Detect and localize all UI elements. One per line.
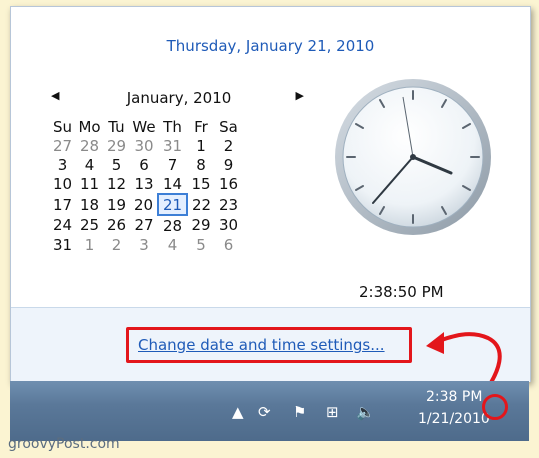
calendar-week-row: 10 11 12 13 14 15 16 <box>49 174 242 194</box>
calendar-day-today[interactable]: 21 <box>157 193 188 216</box>
calendar-grid: Su Mo Tu We Th Fr Sa 27 28 29 30 31 1 2 <box>49 117 242 254</box>
weekday-label: Sa <box>219 117 238 136</box>
calendar-day[interactable]: 3 <box>49 155 76 174</box>
calendar-day[interactable]: 27 <box>49 136 76 155</box>
taskbar-time[interactable]: 2:38 PM <box>426 389 482 405</box>
calendar-day[interactable]: 15 <box>187 174 215 194</box>
calendar-day[interactable]: 6 <box>130 155 158 174</box>
calendar-day[interactable]: 30 <box>130 136 158 155</box>
calendar-week-row: 31 1 2 3 4 5 6 <box>49 235 242 254</box>
calendar-day[interactable]: 26 <box>103 215 130 235</box>
calendar-day[interactable]: 8 <box>187 155 215 174</box>
weekday-label: Su <box>52 117 73 136</box>
calendar-day[interactable]: 18 <box>76 194 103 215</box>
calendar-day[interactable]: 1 <box>76 235 103 254</box>
calendar-day[interactable]: 27 <box>130 215 158 235</box>
calendar-day[interactable]: 4 <box>76 155 103 174</box>
network-icon[interactable]: ⊞ <box>326 403 339 421</box>
calendar-day[interactable]: 16 <box>215 174 242 194</box>
calendar-day[interactable]: 30 <box>215 215 242 235</box>
weekday-header-row: Su Mo Tu We Th Fr Sa <box>49 117 242 136</box>
show-hidden-icons-icon[interactable]: ▲ <box>232 403 244 421</box>
weekday-label: Th <box>163 117 182 136</box>
month-label[interactable]: January, 2010 <box>49 89 309 107</box>
calendar-day[interactable]: 17 <box>49 194 76 215</box>
calendar-day[interactable]: 22 <box>187 194 215 215</box>
calendar-day[interactable]: 31 <box>158 136 187 155</box>
calendar-week-row: 17 18 19 20 21 22 23 <box>49 193 242 216</box>
calendar-day[interactable]: 12 <box>103 174 130 194</box>
taskbar-date[interactable]: 1/21/2010 <box>418 411 490 427</box>
calendar-day[interactable]: 5 <box>187 235 215 254</box>
calendar-day[interactable]: 6 <box>215 235 242 254</box>
long-date-header[interactable]: Thursday, January 21, 2010 <box>11 37 530 55</box>
calendar-day[interactable]: 19 <box>103 194 130 215</box>
calendar-day[interactable]: 29 <box>187 215 215 235</box>
volume-icon[interactable]: 🔈 <box>356 403 375 421</box>
screenshot-frame: Thursday, January 21, 2010 ◀ January, 20… <box>0 0 539 458</box>
calendar-day[interactable]: 1 <box>187 136 215 155</box>
highlight-circle <box>482 394 508 420</box>
calendar-day[interactable]: 2 <box>215 136 242 155</box>
weekday-label: Fr <box>194 117 208 136</box>
next-month-icon[interactable]: ▶ <box>296 89 304 102</box>
calendar-day[interactable]: 23 <box>215 194 242 215</box>
action-center-flag-icon[interactable]: ⚑ <box>293 403 306 421</box>
calendar-day[interactable]: 20 <box>130 194 158 215</box>
calendar-week-row: 27 28 29 30 31 1 2 <box>49 136 242 155</box>
calendar-day[interactable]: 11 <box>76 174 103 194</box>
watermark: groovyPost.com <box>8 436 120 452</box>
calendar-week-row: 24 25 26 27 28 29 30 <box>49 215 242 235</box>
network-sync-icon[interactable]: ⟳ <box>258 403 271 421</box>
calendar-day[interactable]: 28 <box>158 215 187 235</box>
digital-time: 2:38:50 PM <box>359 283 444 301</box>
change-date-time-settings-link[interactable]: Change date and time settings... <box>138 336 385 354</box>
weekday-label: Mo <box>78 117 101 136</box>
calendar-day[interactable]: 25 <box>76 215 103 235</box>
calendar-day[interactable]: 29 <box>103 136 130 155</box>
calendar-day[interactable]: 31 <box>49 235 76 254</box>
weekday-label: We <box>132 117 156 136</box>
calendar-day[interactable]: 5 <box>103 155 130 174</box>
analog-clock-icon <box>335 79 491 235</box>
calendar-nav: ◀ January, 2010 ▶ <box>49 89 309 113</box>
calendar-day[interactable]: 14 <box>158 174 187 194</box>
calendar-day[interactable]: 13 <box>130 174 158 194</box>
calendar-day[interactable]: 9 <box>215 155 242 174</box>
calendar-day[interactable]: 7 <box>158 155 187 174</box>
calendar: ◀ January, 2010 ▶ Su Mo Tu We Th Fr Sa 2… <box>49 89 309 254</box>
calendar-day[interactable]: 4 <box>158 235 187 254</box>
weekday-label: Tu <box>108 117 125 136</box>
calendar-day[interactable]: 28 <box>76 136 103 155</box>
calendar-day[interactable]: 24 <box>49 215 76 235</box>
calendar-day[interactable]: 10 <box>49 174 76 194</box>
calendar-week-row: 3 4 5 6 7 8 9 <box>49 155 242 174</box>
calendar-day[interactable]: 3 <box>130 235 158 254</box>
calendar-day[interactable]: 2 <box>103 235 130 254</box>
